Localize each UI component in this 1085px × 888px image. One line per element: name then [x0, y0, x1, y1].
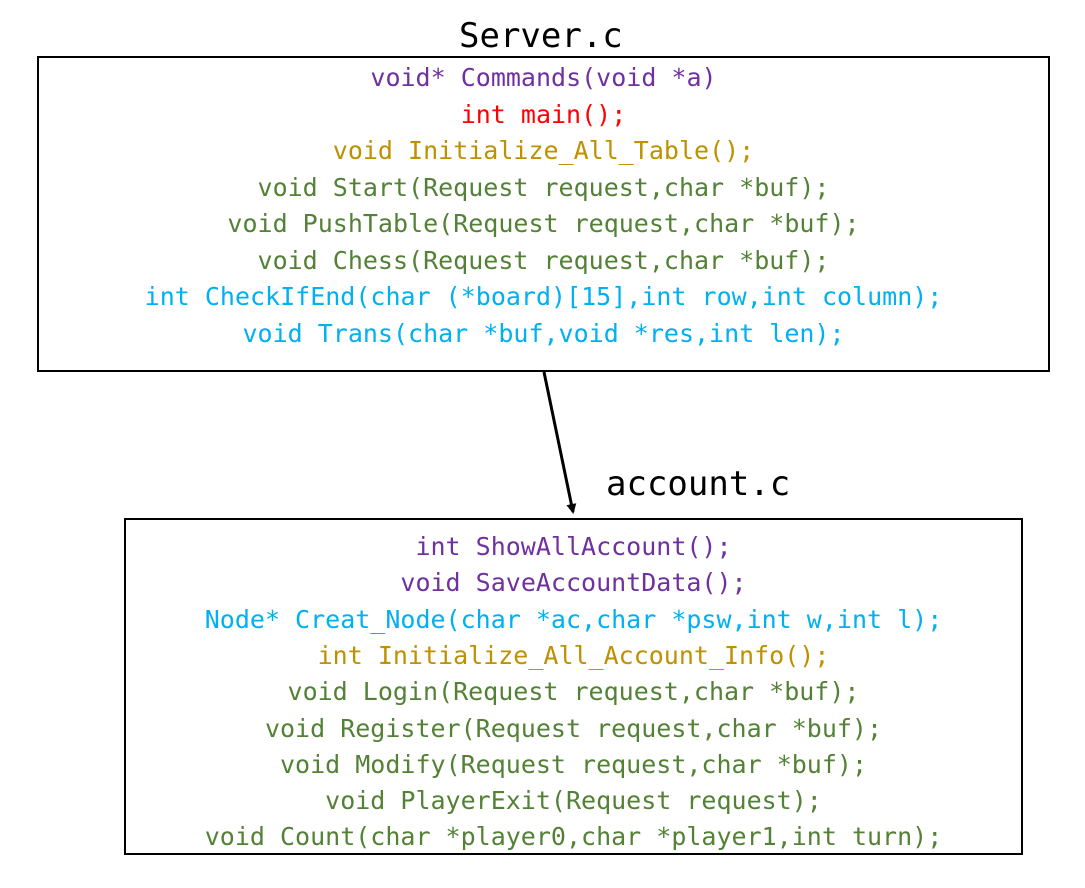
server-file-box: void* Commands(void *a) int main(); void I… [37, 56, 1050, 372]
account-function-signature: int ShowAllAccount(); [415, 532, 732, 561]
account-function-signature: void Login(Request request,char *buf); [287, 677, 860, 707]
account-function-signature: void Modify(Request request,char *buf); [280, 749, 867, 779]
server-function-signature: void* Commands(void *a) [370, 63, 717, 92]
server-file-title: Server.c [459, 16, 623, 56]
account-function-signature: Node* Creat_Node(char *ac,char *psw,int … [204, 604, 943, 634]
account-function-signature: void SaveAccountData(); [400, 568, 747, 598]
account-function-signature: int Initialize_All_Account_Info(); [317, 640, 830, 670]
account-file-title: account.c [606, 464, 791, 504]
account-function-signature: void Register(Request request,char *buf)… [264, 713, 883, 743]
server-function-signature: void Start(Request request,char *buf); [257, 172, 830, 202]
server-function-signature: void Trans(char *buf,void *res,int len); [242, 318, 845, 348]
arrow-line [542, 371, 577, 514]
account-function-signature: void PlayerExit(Request request); [325, 786, 822, 816]
server-function-signature: void Initialize_All_Table(); [332, 136, 755, 165]
account-file-box: int ShowAllAccount(); void SaveAccountDat… [124, 518, 1023, 855]
server-function-signature: void Chess(Request request,char *buf); [257, 245, 830, 275]
server-function-signature: void PushTable(Request request,char *buf… [227, 209, 860, 238]
server-function-signature: int main(); [460, 99, 627, 129]
server-function-signature: int CheckIfEnd(char (*board)[15],int row… [144, 282, 943, 311]
account-function-signature: void Count(char *player0,char *player1,i… [204, 822, 943, 852]
